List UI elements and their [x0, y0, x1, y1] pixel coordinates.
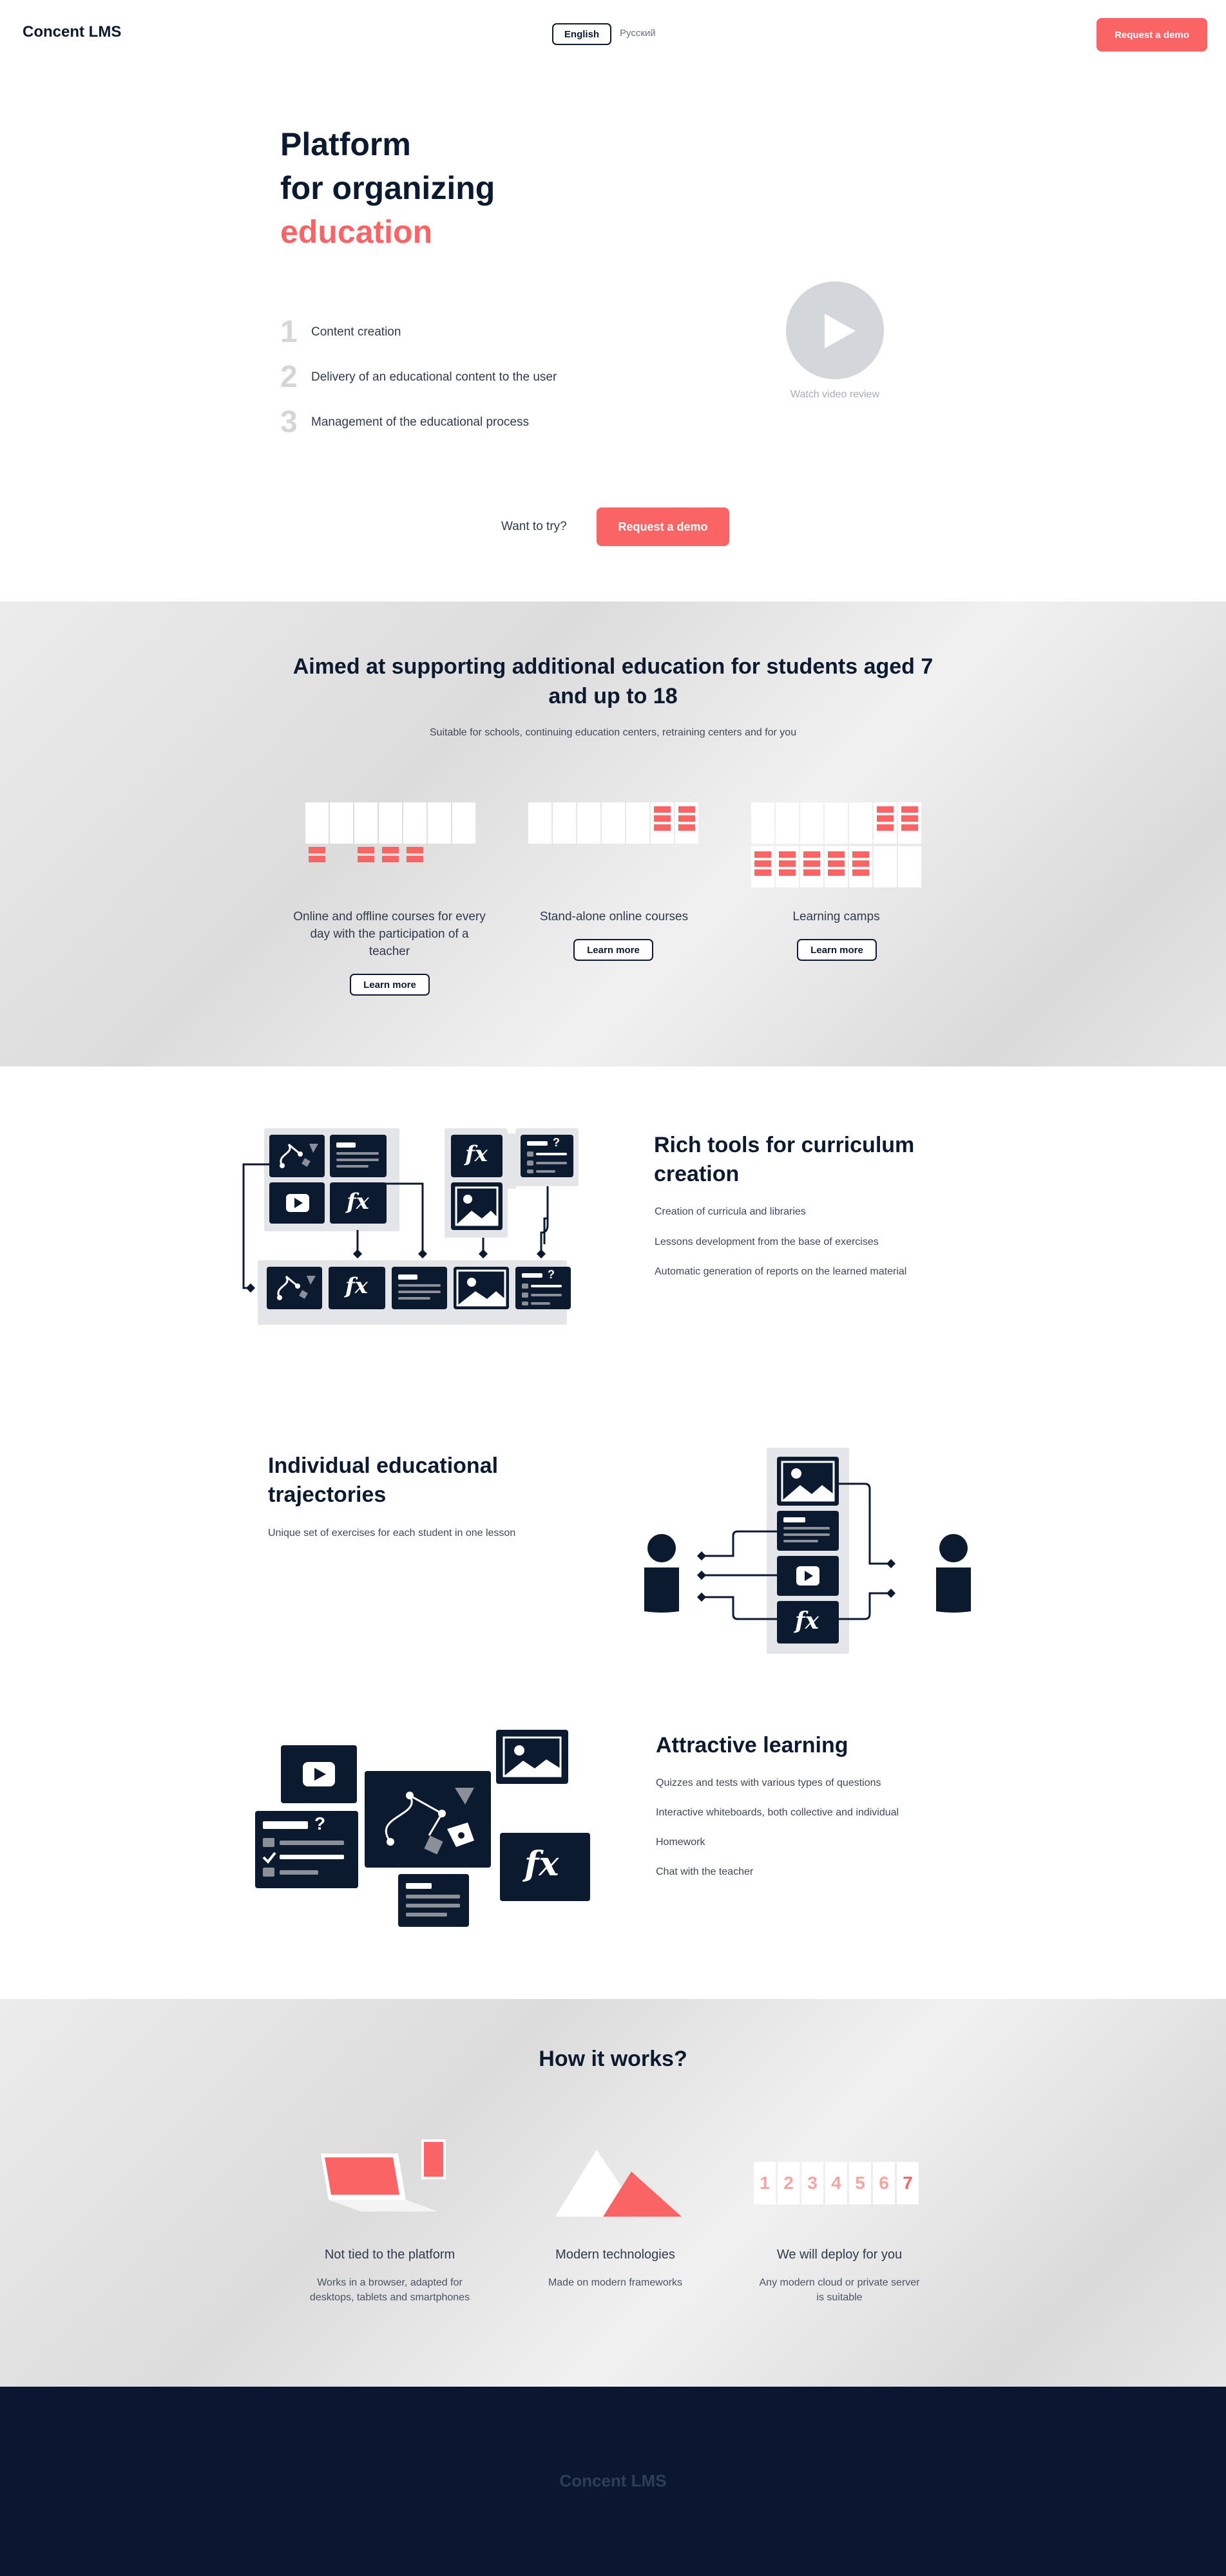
how-item-subtitle-line: Any modern cloud or private server	[759, 2277, 920, 2288]
curriculum-item: Automatic generation of reports on the l…	[655, 1266, 907, 1277]
whiteboard-icon	[365, 1771, 491, 1868]
learning-title: Attractive learning	[656, 1733, 848, 1757]
hero-title: Platform for organizing education	[280, 122, 495, 254]
digit-tile: 1	[754, 2162, 776, 2204]
hero-step: 1 Content creation	[280, 314, 401, 350]
trajectories-title: Individual educational trajectories	[268, 1454, 499, 1507]
formula-icon: fx	[329, 1267, 385, 1309]
how-item-subtitle: Works in a browser, adapted for desktops…	[283, 2275, 496, 2305]
quiz-icon: ?	[515, 1267, 571, 1309]
curriculum-item: Creation of curricula and libraries	[655, 1206, 806, 1217]
image-icon	[454, 1267, 509, 1309]
image-icon	[451, 1182, 503, 1230]
schedule-icon	[305, 802, 475, 896]
trajectories-illustration: fx	[638, 1448, 986, 1655]
watch-video-link[interactable]: Watch video review	[770, 389, 900, 401]
how-item-subtitle-line: Made on modern frameworks	[548, 2277, 683, 2288]
schedule-icon	[751, 802, 921, 896]
digit-tile: 4	[825, 2162, 847, 2204]
learn-more-button[interactable]: Learn more	[573, 939, 653, 961]
deploy-digits: 1 2 3 4 5 6 7	[754, 2162, 919, 2204]
language-russian-link[interactable]: Русский	[620, 28, 656, 39]
devices-icon	[316, 2137, 452, 2222]
digit-tile: 3	[801, 2162, 823, 2204]
video-icon	[777, 1556, 839, 1596]
formula-icon: fx	[777, 1601, 839, 1643]
video-icon	[281, 1745, 357, 1803]
learn-more-button[interactable]: Learn more	[797, 939, 877, 961]
digit-tile: 6	[873, 2162, 895, 2204]
text-icon	[392, 1267, 447, 1309]
digit-tile: 2	[778, 2162, 800, 2204]
learning-item: Interactive whiteboards, both collective…	[656, 1807, 899, 1818]
brand-logo[interactable]: Concent LMS	[23, 23, 121, 41]
learn-more-button[interactable]: Learn more	[350, 974, 430, 996]
hero-step: 3 Management of the educational process	[280, 404, 529, 440]
mountains-icon	[555, 2150, 684, 2219]
audience-card-label: Stand-alone online courses	[539, 910, 689, 923]
digit-tile: 7	[897, 2162, 919, 2204]
text-icon	[330, 1135, 387, 1177]
formula-icon: fx	[451, 1135, 503, 1177]
how-item-subtitle-line: is suitable	[816, 2292, 863, 2303]
step-number: 2	[280, 360, 298, 394]
step-text: Content creation	[311, 325, 401, 339]
curriculum-item: Lessons development from the base of exe…	[655, 1236, 879, 1247]
audience-subtitle: Suitable for schools, continuing educati…	[429, 727, 797, 738]
audience-title: Aimed at supporting additional education…	[292, 654, 934, 708]
step-text: Management of the educational process	[311, 415, 529, 429]
digit-tile: 5	[849, 2162, 871, 2204]
audience-card-label: Online and offline courses for every day…	[293, 910, 486, 958]
hero-title-accent: education	[280, 214, 433, 250]
text-icon	[398, 1874, 469, 1927]
trajectories-item: Unique set of exercises for each student…	[268, 1528, 516, 1539]
audience-card-label: Learning camps	[792, 910, 880, 923]
request-demo-button[interactable]: Request a demo	[597, 507, 729, 546]
footer-brand[interactable]: Concent LMS	[0, 2471, 1226, 2491]
step-number: 1	[280, 315, 298, 349]
formula-icon: fx	[330, 1182, 387, 1224]
play-icon[interactable]	[825, 314, 856, 348]
image-icon	[777, 1457, 839, 1506]
hero-title-line1: Platform	[280, 126, 411, 162]
learning-item: Homework	[656, 1837, 705, 1848]
curriculum-illustration: fx fx ? fx ?	[238, 1128, 586, 1328]
language-english-button[interactable]: English	[552, 23, 611, 45]
formula-icon: fx	[500, 1833, 590, 1901]
schedule-icon	[528, 802, 698, 896]
learning-item: Quizzes and tests with various types of …	[656, 1777, 881, 1788]
video-icon	[269, 1182, 325, 1224]
hero-step: 2 Delivery of an educational content to …	[280, 359, 557, 395]
want-to-try-label: Want to try?	[501, 520, 567, 533]
text-icon	[777, 1511, 839, 1551]
how-item-subtitle: Made on modern frameworks	[509, 2275, 722, 2290]
how-item-subtitle-line: Works in a browser, adapted for	[317, 2277, 463, 2288]
whiteboard-icon	[269, 1135, 325, 1177]
step-text: Delivery of an educational content to th…	[311, 370, 557, 384]
quiz-icon: ?	[255, 1811, 358, 1888]
how-item-label: Modern technologies	[555, 2248, 675, 2262]
step-number: 3	[280, 405, 298, 439]
curriculum-title: Rich tools for curriculum creation	[654, 1133, 915, 1186]
learning-item: Chat with the teacher	[656, 1866, 754, 1877]
how-item-subtitle: Any modern cloud or private server is su…	[733, 2275, 946, 2305]
header-request-demo-button[interactable]: Request a demo	[1097, 18, 1207, 52]
learning-illustration: ? fx	[251, 1726, 593, 1932]
hero-title-line2: for organizing	[280, 170, 495, 206]
image-icon	[496, 1730, 568, 1784]
whiteboard-icon	[267, 1267, 322, 1309]
how-item-subtitle-line: desktops, tablets and smartphones	[309, 2292, 470, 2303]
how-item-label: We will deploy for you	[776, 2248, 903, 2262]
how-it-works-title: How it works?	[539, 2047, 687, 2071]
how-item-label: Not tied to the platform	[324, 2248, 455, 2262]
quiz-icon: ?	[521, 1135, 573, 1177]
